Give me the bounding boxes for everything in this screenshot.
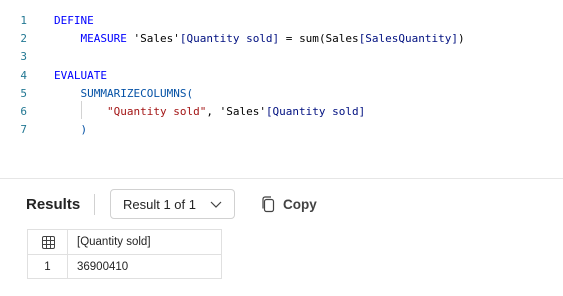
code-text: ) xyxy=(54,121,87,139)
row-index-cell: 1 xyxy=(28,255,68,279)
code-token: [Quantity sold] xyxy=(179,32,280,46)
grid-corner-cell[interactable] xyxy=(28,230,68,254)
code-line[interactable]: 7 ) xyxy=(0,121,563,139)
code-token: 'Sales' xyxy=(133,32,180,46)
copy-button[interactable]: Copy xyxy=(261,193,317,215)
code-text: "Quantity sold", 'Sales'[Quantity sold] xyxy=(54,103,365,121)
code-token: sum xyxy=(299,32,319,46)
quantity-sold-cell[interactable]: 36900410 xyxy=(77,255,128,279)
code-text: DEFINE xyxy=(54,12,94,30)
code-token: "Quantity sold" xyxy=(106,105,207,118)
chevron-down-icon xyxy=(210,201,222,208)
code-token: ) xyxy=(54,123,88,137)
column-header-quantity-sold[interactable]: [Quantity sold] xyxy=(77,230,151,254)
result-selector-label: Result 1 of 1 xyxy=(123,196,196,212)
code-token: (Sales xyxy=(318,32,359,46)
line-number: 4 xyxy=(20,68,27,82)
code-token: = xyxy=(279,32,300,46)
table-row: 1 36900410 xyxy=(28,254,221,279)
code-token: DEFINE xyxy=(54,14,94,27)
dax-query-editor[interactable]: 1 DEFINE 2 MEASURE 'Sales'[Quantity sold] … xyxy=(0,0,563,178)
line-number: 2 xyxy=(20,32,27,46)
code-text: SUMMARIZECOLUMNS( xyxy=(54,85,193,103)
code-token: SUMMARIZECOLUMNS( xyxy=(54,86,194,100)
editor-results-divider[interactable] xyxy=(0,178,563,179)
code-token: ) xyxy=(458,32,465,46)
code-text: MEASURE 'Sales'[Quantity sold] = sum(Sal… xyxy=(54,30,465,48)
code-text: EVALUATE xyxy=(54,67,107,85)
result-selector-dropdown[interactable]: Result 1 of 1 xyxy=(110,189,235,219)
code-line[interactable]: 1 DEFINE xyxy=(0,12,563,30)
code-line[interactable]: 6 "Quantity sold", 'Sales'[Quantity sold… xyxy=(0,103,563,121)
toolbar-separator xyxy=(94,194,95,215)
code-line[interactable]: 3 xyxy=(0,48,563,66)
line-number: 6 xyxy=(20,105,27,118)
code-line[interactable]: 2 MEASURE 'Sales'[Quantity sold] = sum(S… xyxy=(0,30,563,48)
code-line[interactable]: 4 EVALUATE xyxy=(0,67,563,85)
code-token: , xyxy=(206,105,220,118)
code-token: 'Sales' xyxy=(219,105,266,118)
results-grid: [Quantity sold] 1 36900410 xyxy=(27,229,222,279)
code-token: [Quantity sold] xyxy=(265,105,366,118)
line-number: 1 xyxy=(20,14,27,27)
line-number: 3 xyxy=(20,50,27,64)
line-number: 7 xyxy=(20,123,27,137)
code-line[interactable]: 5 SUMMARIZECOLUMNS( xyxy=(0,85,563,103)
grid-header-row: [Quantity sold] xyxy=(28,230,221,254)
line-number: 5 xyxy=(20,86,27,100)
code-token: [SalesQuantity] xyxy=(358,32,459,46)
table-icon xyxy=(42,236,55,249)
code-token: EVALUATE xyxy=(54,68,107,82)
results-title: Results xyxy=(26,196,81,213)
copy-label: Copy xyxy=(283,196,317,212)
indent-guide xyxy=(81,101,82,119)
copy-icon xyxy=(262,195,275,212)
code-token: MEASURE xyxy=(54,32,134,46)
